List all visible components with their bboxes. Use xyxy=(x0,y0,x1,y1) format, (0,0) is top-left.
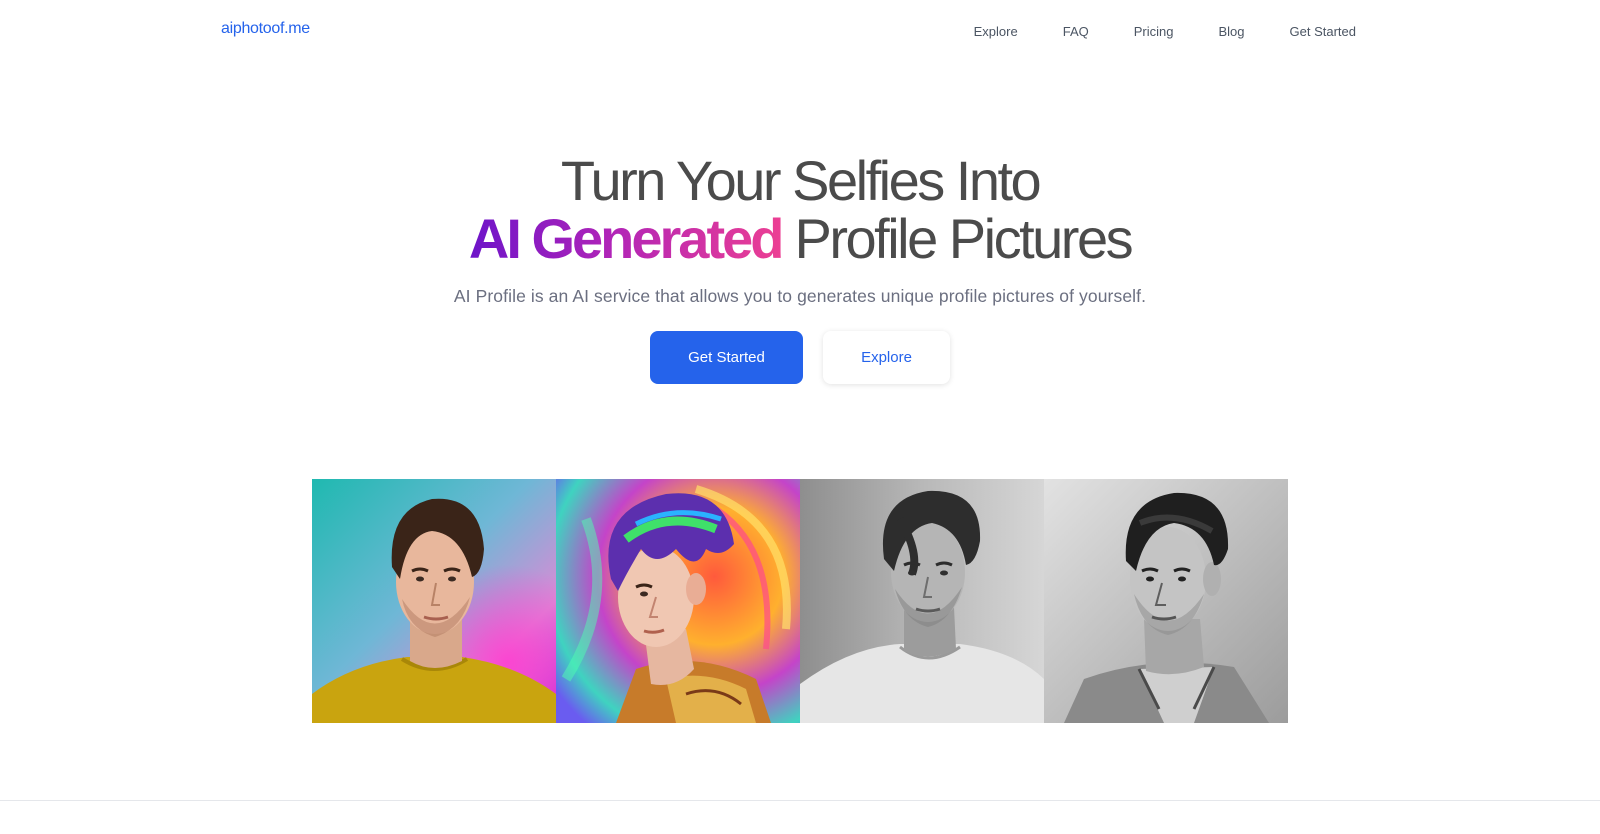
nav-pricing[interactable]: Pricing xyxy=(1134,24,1174,39)
get-started-button[interactable]: Get Started xyxy=(650,331,803,384)
portrait-image-sketch-tshirt xyxy=(800,479,1044,723)
hero-subtitle: AI Profile is an AI service that allows … xyxy=(453,286,1147,306)
hero-title-line1: Turn Your Selfies Into xyxy=(560,149,1042,212)
nav-faq[interactable]: FAQ xyxy=(1063,24,1089,39)
hero-title: Turn Your Selfies Into AI Generated Prof… xyxy=(0,152,1600,268)
nav-explore[interactable]: Explore xyxy=(974,24,1018,39)
hero-section: Turn Your Selfies Into AI Generated Prof… xyxy=(0,152,1600,384)
portrait-image-illustrated xyxy=(556,479,800,723)
section-divider xyxy=(0,800,1600,801)
portrait-image-sketch-jacket xyxy=(1044,479,1288,723)
hero-title-accent: AI Generated xyxy=(468,207,785,270)
nav-blog[interactable]: Blog xyxy=(1218,24,1244,39)
landing-page: aiphotoof.me Explore FAQ Pricing Blog Ge… xyxy=(0,0,1600,834)
nav-get-started[interactable]: Get Started xyxy=(1290,24,1356,39)
hero-title-rest: Profile Pictures xyxy=(794,207,1134,270)
portrait-image-colorful xyxy=(312,479,556,723)
portrait-gallery xyxy=(312,479,1288,723)
site-logo[interactable]: aiphotoof.me xyxy=(221,20,310,38)
top-nav: Explore FAQ Pricing Blog Get Started xyxy=(974,24,1356,39)
cta-row: Get Started Explore xyxy=(0,331,1600,384)
explore-button[interactable]: Explore xyxy=(823,331,950,384)
